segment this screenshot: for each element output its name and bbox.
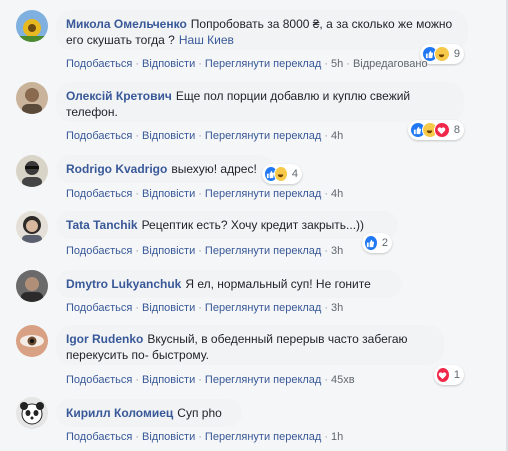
see-translation-link[interactable]: Переглянути переклад (205, 58, 321, 70)
haha-reaction-icon (273, 166, 288, 182)
comment-author[interactable]: Rodrigo Kvadrigo (66, 162, 167, 176)
timestamp[interactable]: 3h (331, 302, 343, 314)
edited-label[interactable]: Відредаговано (353, 58, 428, 70)
comment-bubble: Кирилл Коломиец Суп pho (56, 399, 242, 427)
comment-bubble: Rodrigo Kvadrigo выехую! адрес! (56, 155, 274, 183)
like-link[interactable]: Подобається (66, 58, 132, 70)
reply-link[interactable]: Відповісти (142, 431, 195, 443)
avatar-panda-image (16, 397, 48, 429)
like-link[interactable]: Подобається (66, 431, 132, 443)
like-link[interactable]: Подобається (66, 245, 132, 257)
comment-bubble: Dmytro Lukyanchuk Я ел, нормальный суп! Н… (56, 270, 402, 298)
comment-actions: Подобається · Відповісти · Переглянути перек… (66, 245, 344, 257)
comment-bubble: Микола Омельченко Попробовать за 8000 ₴, … (56, 10, 468, 50)
timestamp[interactable]: 1h (331, 431, 343, 443)
reactions-summary[interactable]: 1 (434, 365, 464, 385)
like-link[interactable]: Подобається (66, 302, 132, 314)
reactions-count: 9 (453, 48, 460, 60)
comment-actions: Подобається · Відповісти · Переглянути перек… (66, 130, 344, 142)
avatar[interactable] (16, 270, 48, 302)
avatar-person-image (16, 82, 48, 114)
avatar-eye-image (16, 325, 48, 357)
see-translation-link[interactable]: Переглянути переклад (205, 130, 321, 142)
comment-author[interactable]: Олексій Кретович (66, 89, 172, 103)
comment-actions: Подобається · Відповісти · Переглянути перек… (66, 431, 344, 443)
reactions-count: 4 (291, 168, 298, 180)
comment-text: Я ел, нормальный суп! Не гоните (185, 277, 371, 291)
comment-bubble: Олексій Кретович Еще пол порции добавлю и… (56, 82, 464, 122)
reactions-summary[interactable]: 8 (408, 120, 464, 140)
timestamp[interactable]: 3h (331, 245, 343, 257)
comment-author[interactable]: Кирилл Коломиец (66, 406, 173, 420)
comment-text: выехую! адрес! (171, 162, 257, 176)
see-translation-link[interactable]: Переглянути переклад (205, 188, 321, 200)
like-reaction-icon (364, 235, 378, 251)
comment-author[interactable]: Dmytro Lukyanchuk (66, 277, 181, 291)
comment-actions: Подобається · Відповісти · Переглянути перек… (66, 374, 355, 386)
comment-text: Суп pho (177, 406, 222, 420)
comment-author[interactable]: Tata Tanchik (66, 218, 138, 232)
love-reaction-icon (436, 367, 450, 383)
timestamp[interactable]: 4h (331, 130, 343, 142)
avatar[interactable] (16, 10, 48, 42)
reactions-count: 2 (381, 237, 388, 249)
reactions-count: 8 (453, 124, 460, 136)
love-reaction-icon (433, 122, 450, 138)
comment-text: Рецептик есть? Хочу кредит закрыть...)) (141, 218, 365, 232)
reactions-summary[interactable]: 2 (362, 233, 392, 253)
place-link[interactable]: Наш Киев (179, 33, 234, 47)
comment-actions: Подобається · Відповісти · Переглянути перек… (66, 58, 428, 70)
comment-author[interactable]: Микола Омельченко (66, 17, 187, 31)
reply-link[interactable]: Відповісти (142, 58, 195, 70)
avatar[interactable] (16, 325, 48, 357)
avatar-sunflower-image (16, 10, 48, 42)
reply-link[interactable]: Відповісти (142, 130, 195, 142)
see-translation-link[interactable]: Переглянути переклад (205, 302, 321, 314)
reply-link[interactable]: Відповісти (142, 374, 195, 386)
comment-bubble: Igor Rudenko Вкусный, в обеденный перерыв… (56, 325, 444, 365)
timestamp[interactable]: 5h (331, 58, 343, 70)
comment-author[interactable]: Igor Rudenko (66, 332, 143, 346)
reply-link[interactable]: Відповісти (142, 188, 195, 200)
reactions-count: 1 (453, 369, 460, 381)
reply-link[interactable]: Відповісти (142, 245, 195, 257)
avatar[interactable] (16, 82, 48, 114)
like-link[interactable]: Подобається (66, 374, 132, 386)
see-translation-link[interactable]: Переглянути переклад (205, 431, 321, 443)
timestamp[interactable]: 45хв (331, 374, 355, 386)
avatar[interactable] (16, 397, 48, 429)
comment-actions: Подобається · Відповісти · Переглянути перек… (66, 188, 344, 200)
comment-actions: Подобається · Відповісти · Переглянути перек… (66, 302, 344, 314)
comment-bubble: Tata Tanchik Рецептик есть? Хочу кредит з… (56, 211, 398, 239)
avatar-person-image (16, 270, 48, 302)
reply-link[interactable]: Відповісти (142, 302, 195, 314)
see-translation-link[interactable]: Переглянути переклад (205, 245, 321, 257)
avatar[interactable] (16, 211, 48, 243)
like-link[interactable]: Подобається (66, 188, 132, 200)
haha-reaction-icon (433, 46, 450, 62)
avatar-person-image (16, 211, 48, 243)
see-translation-link[interactable]: Переглянути переклад (205, 374, 321, 386)
reactions-summary[interactable]: 4 (262, 164, 302, 184)
avatar[interactable] (16, 155, 48, 187)
avatar-person-image (16, 155, 48, 187)
timestamp[interactable]: 4h (331, 188, 343, 200)
like-link[interactable]: Подобається (66, 130, 132, 142)
